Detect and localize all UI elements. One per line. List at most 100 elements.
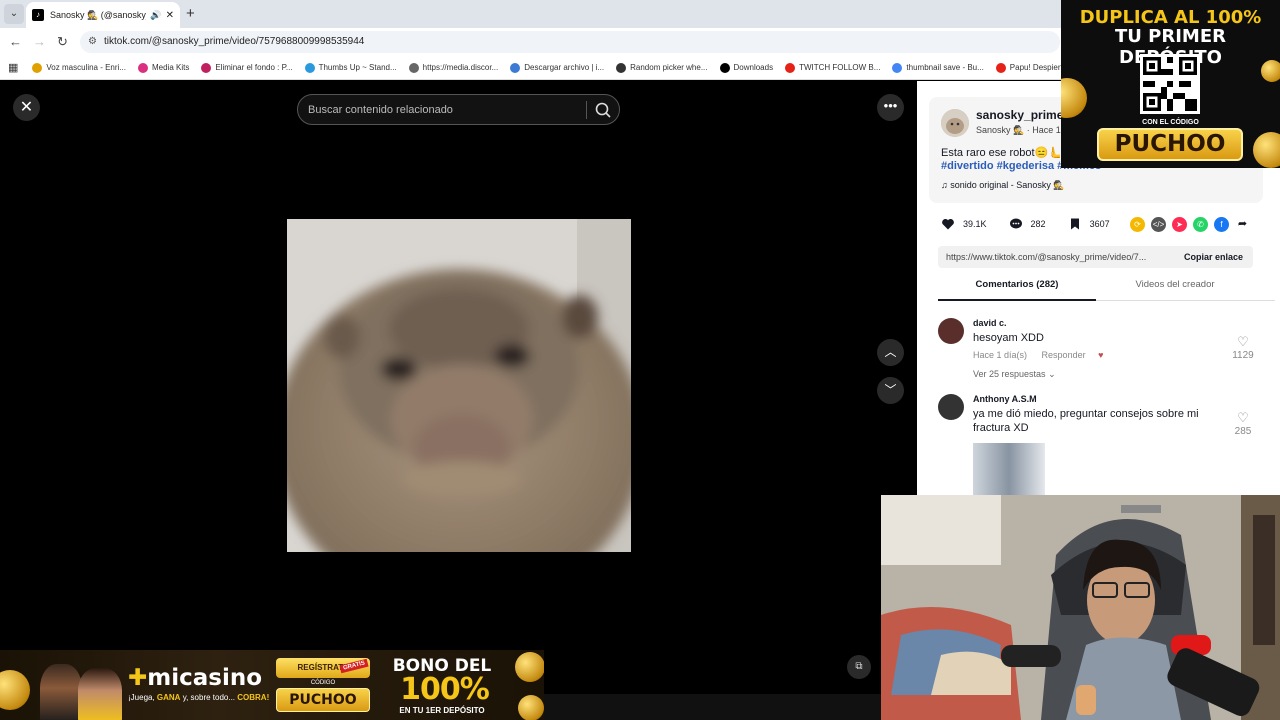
bookmark-item[interactable]: Thumbs Up ~ Stand... bbox=[304, 62, 397, 73]
comment-image[interactable] bbox=[973, 443, 1045, 495]
new-tab-button[interactable]: + bbox=[186, 5, 195, 22]
bookmark-favicon-icon bbox=[32, 62, 43, 73]
code-label: CÓDIGO bbox=[310, 680, 336, 686]
comment-icon bbox=[1009, 218, 1022, 229]
like-button[interactable]: 39.1K bbox=[941, 217, 987, 231]
comment-time: Hace 1 día(s) bbox=[973, 350, 1028, 360]
view-replies-label: Ver 25 respuestas bbox=[973, 369, 1046, 379]
ad-promo-code: PUCHOO bbox=[1097, 128, 1243, 161]
tab-title: Sanosky 🕵️ (@sanosky_prim bbox=[50, 9, 146, 20]
bookmark-item[interactable]: Media Kits bbox=[138, 62, 190, 73]
send-icon[interactable]: ➤ bbox=[1172, 217, 1187, 232]
bookmark-item[interactable]: Downloads bbox=[719, 62, 774, 73]
video-frame[interactable] bbox=[287, 219, 631, 552]
bookmark-label: Voz masculina - Enri... bbox=[46, 63, 126, 72]
comment-username[interactable]: david c. bbox=[973, 318, 1007, 328]
heart-outline-icon: ♡ bbox=[1237, 410, 1249, 425]
embed-icon[interactable]: </> bbox=[1151, 217, 1166, 232]
bookmark-icon bbox=[1070, 218, 1079, 230]
author-username[interactable]: sanosky_prime bbox=[976, 108, 1063, 122]
whatsapp-icon[interactable]: ✆ bbox=[1193, 217, 1208, 232]
video-progress-strip bbox=[544, 694, 881, 720]
back-icon[interactable]: ← bbox=[9, 34, 22, 49]
bookmark-favicon-icon bbox=[201, 62, 212, 73]
bookmark-label: Downloads bbox=[733, 63, 774, 72]
bookmark-label: Eliminar el fondo : P... bbox=[215, 63, 293, 72]
comment-item: david c. hesoyam XDD Hace 1 día(s) Respo… bbox=[938, 318, 1268, 388]
ad-headline: DUPLICA AL 100% bbox=[1079, 7, 1262, 28]
tab-comments[interactable]: Comentarios (282) bbox=[938, 279, 1096, 301]
copy-link-button[interactable]: Copiar enlace bbox=[1184, 246, 1243, 268]
micasino-brand: micasino bbox=[147, 665, 263, 691]
webcam-overlay bbox=[881, 495, 1280, 720]
promo-person bbox=[78, 668, 122, 720]
facebook-icon[interactable]: f bbox=[1214, 217, 1229, 232]
bookmark-item[interactable]: TWITCH FOLLOW B... bbox=[785, 62, 881, 73]
save-button[interactable]: 3607 bbox=[1068, 217, 1110, 231]
video-description: Esta raro ese robot😑🫷 bbox=[941, 147, 1062, 159]
address-bar[interactable]: ⚙ tiktok.com/@sanosky_prime/video/757968… bbox=[80, 31, 1060, 53]
search-icon[interactable] bbox=[593, 100, 613, 120]
coin-decoration bbox=[518, 695, 544, 720]
apps-icon[interactable]: ▦ bbox=[8, 61, 18, 74]
coin-decoration bbox=[0, 670, 30, 710]
micasino-logo: ✚micasino bbox=[128, 665, 262, 691]
bookmark-item[interactable]: Random picker whe... bbox=[616, 62, 708, 73]
comment-meta: Hace 1 día(s) Responder ♥ bbox=[973, 350, 1103, 360]
next-video-icon[interactable]: ﹀ bbox=[877, 377, 904, 404]
avatar[interactable] bbox=[941, 109, 969, 137]
casino-ad-bottom[interactable]: ✚micasino ¡Juega, GANA y, sobre todo... … bbox=[0, 650, 544, 720]
share-link-text[interactable]: https://www.tiktok.com/@sanosky_prime/vi… bbox=[946, 252, 1146, 262]
ad-code-label: CON EL CÓDIGO bbox=[1142, 119, 1199, 126]
bookmark-item[interactable]: https://media.discor... bbox=[408, 62, 499, 73]
close-tab-icon[interactable]: ✕ bbox=[166, 10, 174, 21]
bonus-caption: EN TU 1ER DEPÓSITO bbox=[399, 706, 485, 715]
share-arrow-icon[interactable]: ➦ bbox=[1235, 217, 1250, 232]
bookmark-item[interactable]: Papu! Despierta! bbox=[995, 62, 1069, 73]
bookmark-favicon-icon bbox=[408, 62, 419, 73]
site-info-icon[interactable]: ⚙ bbox=[88, 31, 97, 53]
coin-decoration bbox=[1253, 132, 1280, 168]
heart-icon bbox=[942, 219, 954, 230]
close-icon[interactable]: ✕ bbox=[13, 94, 40, 121]
casino-ad-top[interactable]: DUPLICA AL 100% TU PRIMER DEPÓSITO CON E… bbox=[1061, 0, 1280, 168]
commenter-avatar[interactable] bbox=[938, 394, 964, 420]
more-options-icon[interactable]: ••• bbox=[877, 94, 904, 121]
micasino-logo-mark: ✚ bbox=[128, 665, 148, 691]
comment-button[interactable]: 282 bbox=[1009, 217, 1046, 231]
comment-username[interactable]: Anthony A.S.M bbox=[973, 394, 1037, 404]
comment-item: Anthony A.S.M ya me dió miedo, preguntar… bbox=[938, 394, 1268, 495]
heart-outline-icon: ♡ bbox=[1237, 334, 1249, 349]
bookmark-label: Media Kits bbox=[152, 63, 190, 72]
capybara-image bbox=[287, 219, 631, 552]
picture-in-picture-icon[interactable]: ⧉ bbox=[847, 655, 871, 679]
repost-icon[interactable]: ⟳ bbox=[1130, 217, 1145, 232]
bookmark-item[interactable]: Eliminar el fondo : P... bbox=[201, 62, 293, 73]
previous-video-icon[interactable]: ︿ bbox=[877, 339, 904, 366]
bookmark-item[interactable]: Voz masculina - Enri... bbox=[32, 62, 126, 73]
music-title: sonido original - Sanosky 🕵️ bbox=[950, 180, 1065, 190]
bookmark-favicon-icon bbox=[995, 62, 1006, 73]
speaker-icon[interactable]: 🔊 bbox=[150, 10, 161, 21]
reload-icon[interactable]: ↻ bbox=[57, 34, 68, 50]
bookmark-favicon-icon bbox=[304, 62, 315, 73]
commenter-avatar[interactable] bbox=[938, 318, 964, 344]
search-input[interactable] bbox=[308, 101, 578, 119]
bookmark-label: https://media.discor... bbox=[422, 63, 499, 72]
music-link[interactable]: ♫ sonido original - Sanosky 🕵️ bbox=[941, 180, 1065, 191]
browser-tab[interactable]: ♪ Sanosky 🕵️ (@sanosky_prim 🔊 ✕ bbox=[26, 2, 180, 28]
view-replies[interactable]: Ver 25 respuestas ⌄ bbox=[973, 369, 1056, 380]
coin-decoration bbox=[1061, 78, 1087, 118]
tab-creator-videos[interactable]: Videos del creador bbox=[1096, 279, 1254, 290]
reply-link[interactable]: Responder bbox=[1042, 350, 1086, 360]
comment-text: ya me dió miedo, preguntar consejos sobr… bbox=[973, 408, 1199, 434]
bookmark-label: TWITCH FOLLOW B... bbox=[799, 63, 881, 72]
creator-liked-icon: ♥ bbox=[1098, 350, 1104, 360]
tab-search-button[interactable]: ⌄ bbox=[4, 4, 24, 24]
bookmark-item[interactable]: Descargar archivo | i... bbox=[510, 62, 604, 73]
comment-like[interactable]: ♡ 285 bbox=[1228, 410, 1258, 437]
comment-like[interactable]: ♡ 1129 bbox=[1228, 334, 1258, 361]
forward-icon[interactable]: → bbox=[33, 34, 46, 49]
bookmark-item[interactable]: thumbnail save - Bu... bbox=[892, 62, 984, 73]
micasino-tagline: ¡Juega, GANA y, sobre todo... COBRA! bbox=[128, 693, 270, 702]
